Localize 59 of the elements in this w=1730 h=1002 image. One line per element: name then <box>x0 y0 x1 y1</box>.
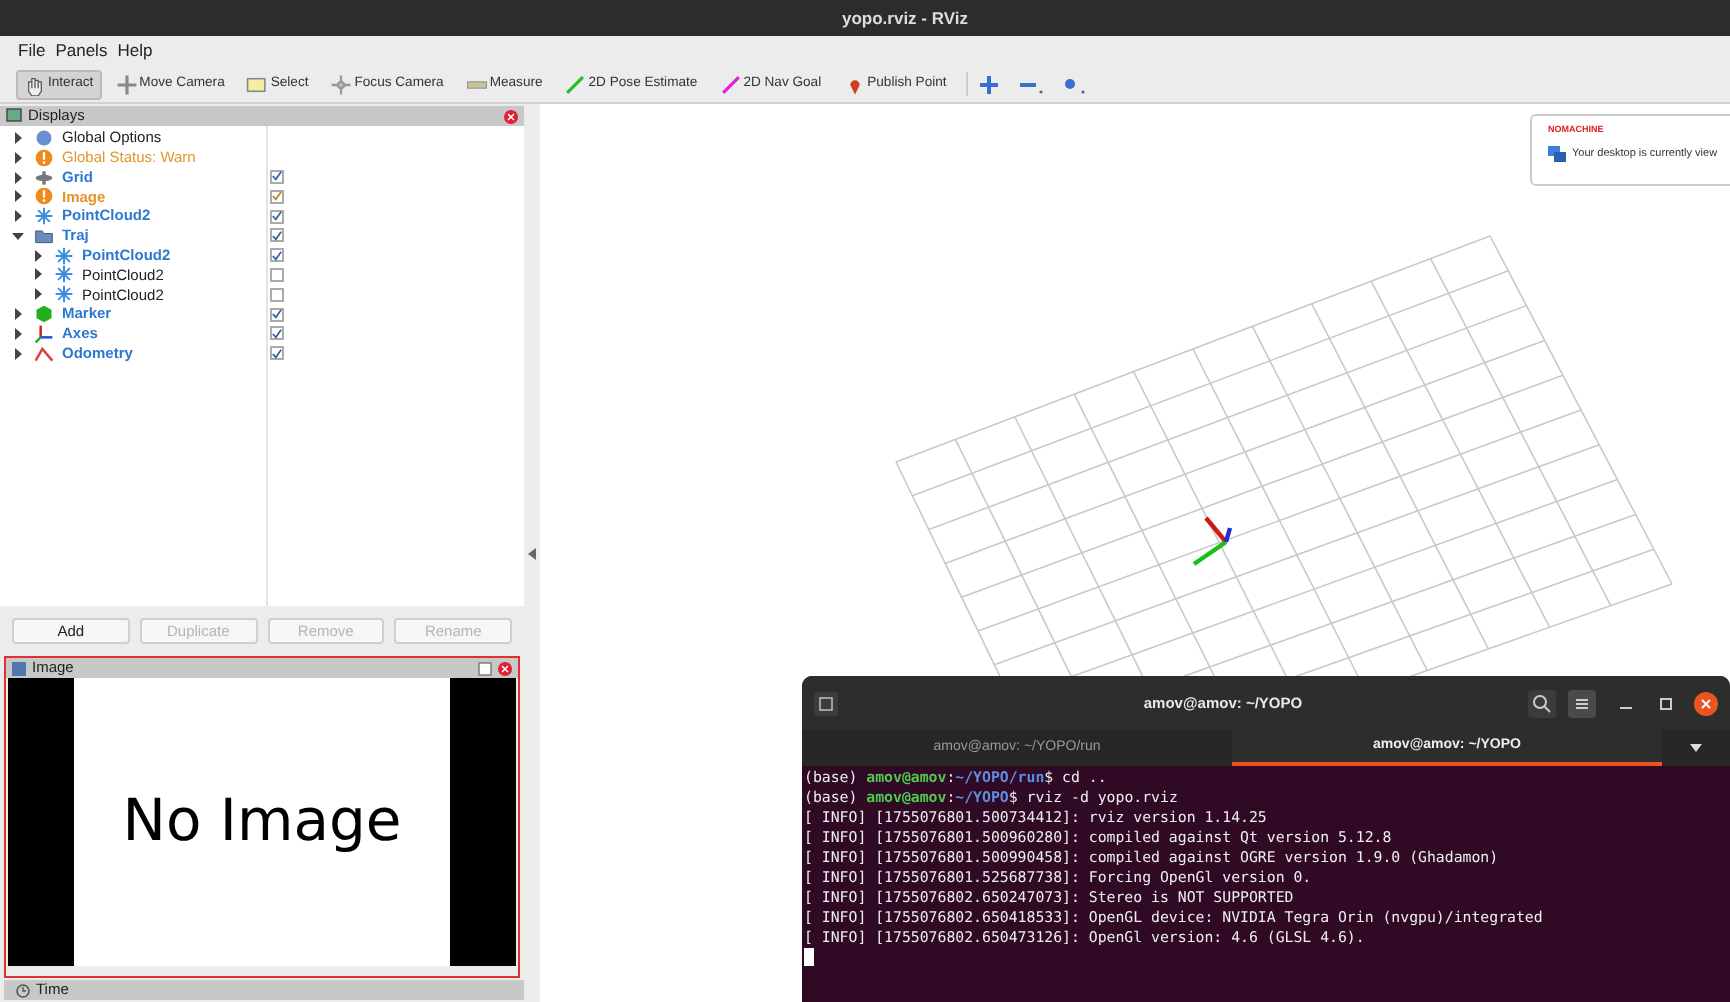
grid-icon <box>34 167 54 187</box>
expand-arrow-icon[interactable] <box>12 190 24 203</box>
menu-item[interactable]: Help <box>117 38 153 64</box>
checkbox[interactable] <box>270 307 284 322</box>
maximize-icon[interactable] <box>1660 697 1672 709</box>
expand-arrow-icon[interactable] <box>12 327 24 340</box>
folder-icon <box>34 225 54 246</box>
monitor-icon <box>6 108 22 124</box>
float-icon[interactable] <box>478 661 492 675</box>
menu-icon[interactable] <box>1568 689 1596 717</box>
plus-icon[interactable] <box>980 75 999 93</box>
expand-arrow-icon[interactable] <box>12 308 24 321</box>
screens-icon <box>1548 145 1566 162</box>
axes-icon <box>34 323 54 344</box>
no-image-text: No Image <box>122 784 402 859</box>
goal-icon <box>719 73 742 95</box>
text-cursor <box>804 948 814 966</box>
menu-item[interactable]: File <box>18 38 46 64</box>
expand-arrow-icon[interactable] <box>12 131 24 144</box>
search-icon[interactable] <box>1528 689 1556 717</box>
checkbox[interactable] <box>270 169 284 184</box>
expand-arrow-icon[interactable] <box>32 249 44 262</box>
cube-icon <box>34 304 54 325</box>
move-icon <box>115 73 138 95</box>
expand-arrow-icon[interactable] <box>12 210 24 223</box>
checkbox[interactable] <box>270 267 284 282</box>
pose-icon <box>564 73 587 95</box>
close-icon[interactable] <box>1694 691 1718 715</box>
checkbox[interactable] <box>270 287 284 302</box>
expand-arrow-icon[interactable] <box>12 347 24 360</box>
axes-drawing <box>1192 516 1233 566</box>
warning-icon <box>34 147 54 168</box>
expand-arrow-icon[interactable] <box>32 268 44 281</box>
expand-arrow-icon[interactable] <box>12 229 24 242</box>
checkbox[interactable] <box>270 326 284 341</box>
focus-icon <box>330 73 353 95</box>
checkbox[interactable] <box>270 228 284 243</box>
select-icon <box>246 73 269 95</box>
target-icon[interactable] <box>1062 75 1087 93</box>
menu-item[interactable]: Panels <box>55 38 108 64</box>
window-title: yopo.rviz - RViz <box>842 5 968 31</box>
points-icon <box>54 245 74 266</box>
image-icon <box>12 661 26 675</box>
hand-icon <box>24 73 46 95</box>
warning-icon <box>34 186 54 207</box>
dropdown-icon[interactable] <box>1690 744 1702 752</box>
clock-icon <box>16 983 30 997</box>
checkbox[interactable] <box>270 346 284 361</box>
points-icon <box>54 264 74 285</box>
expand-arrow-icon[interactable] <box>12 171 24 183</box>
new-tab-icon[interactable] <box>814 691 838 715</box>
checkbox[interactable] <box>270 189 284 204</box>
expand-arrow-icon[interactable] <box>32 288 44 301</box>
points-icon <box>34 206 54 227</box>
points-icon <box>54 284 74 305</box>
expand-arrow-icon[interactable] <box>12 151 24 164</box>
checkbox[interactable] <box>270 209 284 224</box>
collapse-arrow-icon[interactable] <box>528 547 536 559</box>
checkbox[interactable] <box>270 248 284 263</box>
